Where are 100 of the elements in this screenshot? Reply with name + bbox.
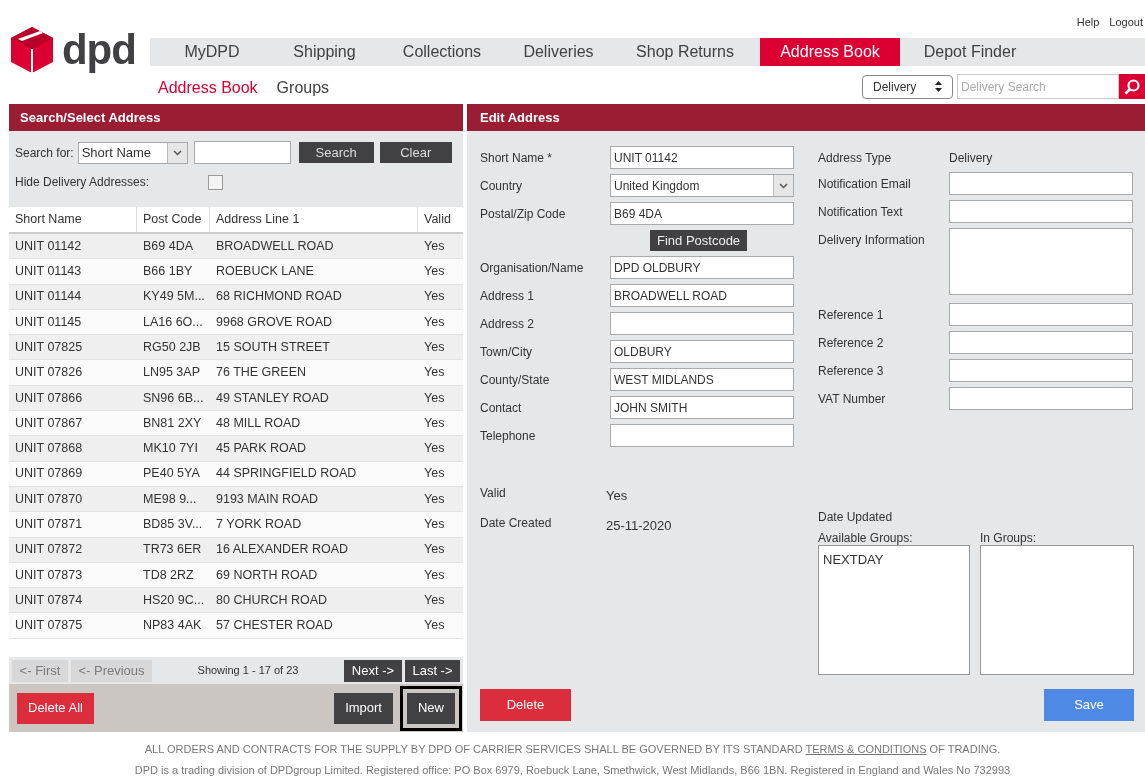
table-cell-text: 69 NORTH ROAD: [215, 566, 319, 584]
table-cell-text: UNIT 07871: [14, 516, 84, 534]
column-header[interactable]: Short Name: [9, 207, 137, 232]
search-icon: [1124, 78, 1140, 95]
search-button[interactable]: [1119, 74, 1145, 99]
nav-tab[interactable]: Shipping: [272, 38, 377, 66]
table-cell-text: UNIT 07872: [14, 541, 84, 559]
search-button[interactable]: Search: [298, 142, 374, 163]
table-cell-text: Yes: [423, 490, 446, 508]
table-cell-text: UNIT 07825: [14, 338, 84, 356]
pager-button[interactable]: Last ->: [405, 659, 460, 682]
table-cell-text: Yes: [423, 364, 446, 382]
find-postcode-button[interactable]: Find Postcode: [650, 230, 748, 251]
table-cell-text: UNIT 07868: [14, 440, 84, 458]
table-cell-text: UNIT 01143: [14, 263, 83, 281]
column-header[interactable]: Valid: [418, 207, 463, 232]
table-cell-text: UNIT 07875: [14, 617, 84, 635]
table-cell-text: Yes: [423, 541, 446, 559]
table-cell-text: UNIT 01145: [14, 313, 83, 331]
table-cell-text: UNIT 07873: [14, 566, 84, 584]
field-value: Delivery: [949, 150, 993, 164]
input-field[interactable]: [949, 387, 1133, 410]
updown-arrows-icon: [935, 81, 942, 92]
input-field[interactable]: UNIT 01142: [610, 146, 794, 169]
nav-tab[interactable]: Shop Returns: [610, 38, 760, 66]
input-field[interactable]: BROADWELL ROAD: [610, 284, 794, 307]
delete-button[interactable]: Delete: [480, 689, 571, 721]
terms-link[interactable]: TERMS & CONDITIONS: [805, 743, 927, 755]
country-select[interactable]: United Kingdom: [610, 174, 794, 197]
table-cell-text: 48 MILL ROAD: [215, 414, 302, 432]
search-field[interactable]: [193, 141, 291, 164]
field-label: VAT Number: [818, 391, 887, 408]
search-field[interactable]: Delivery Search: [957, 74, 1119, 99]
subnav-link[interactable]: Address Book: [158, 76, 258, 100]
cube-logo-icon: [10, 26, 54, 74]
field-label: Address Type: [818, 150, 893, 167]
input-field[interactable]: JOHN SMITH: [610, 396, 794, 419]
nav-tab[interactable]: Deliveries: [507, 38, 610, 66]
input-field[interactable]: OLDBURY: [610, 340, 794, 363]
text-area[interactable]: [949, 228, 1133, 295]
table-cell-text: RG50 2JB: [142, 338, 202, 356]
panel-title: Edit Address: [467, 104, 1145, 131]
logo-text: dpd: [62, 29, 136, 71]
nav-tab[interactable]: Collections: [377, 38, 507, 66]
table-cell-text: Yes: [423, 440, 446, 458]
clear-button[interactable]: Clear: [379, 142, 452, 163]
footer-text: DPD is a trading division of DPDgroup Limited. Registered office: PO Box 6979, Roebuck Lane, Smethwick, West Midlands, B66 1BN. Registered in England and Wales No 732993: [133, 763, 1012, 778]
input-field[interactable]: [610, 424, 794, 447]
list-box[interactable]: [980, 545, 1134, 675]
table-cell-text: ME98 9...: [142, 490, 198, 508]
field-label: Delivery Information: [818, 232, 926, 249]
list-item[interactable]: NEXTDAY: [823, 550, 965, 570]
input-field[interactable]: WEST MIDLANDS: [610, 368, 794, 391]
column-header[interactable]: Post Code: [137, 207, 210, 232]
input-field[interactable]: [610, 312, 794, 335]
input-field[interactable]: [949, 200, 1133, 223]
field-label: Organisation/Name: [480, 260, 585, 277]
table-cell-text: 44 SPRINGFIELD ROAD: [215, 465, 358, 483]
nav-tab[interactable]: Depot Finder: [900, 38, 1040, 66]
field-label: Reference 3: [818, 363, 885, 380]
subnav-link[interactable]: Groups: [276, 76, 330, 100]
table-cell-text: LN95 3AP: [142, 364, 201, 382]
field-label: Contact: [480, 400, 523, 417]
table-cell-text: Yes: [423, 591, 446, 609]
type-select[interactable]: Delivery: [862, 74, 953, 99]
input-field[interactable]: [949, 331, 1133, 354]
column-header[interactable]: Address Line 1: [210, 207, 418, 232]
table-cell-text: 9968 GROVE ROAD: [215, 313, 333, 331]
input-field[interactable]: B69 4DA: [610, 202, 794, 225]
table-cell-text: Yes: [423, 313, 446, 331]
input-field[interactable]: DPD OLDBURY: [610, 256, 794, 279]
input-field[interactable]: [949, 172, 1133, 195]
input-field[interactable]: [949, 359, 1133, 382]
list-box[interactable]: NEXTDAY: [818, 545, 970, 675]
header-link[interactable]: Help: [1076, 14, 1100, 31]
nav-tab[interactable]: MyDPD: [152, 38, 272, 66]
table-cell-text: BROADWELL ROAD: [215, 237, 335, 255]
table-cell-text: TR73 6ER: [142, 541, 203, 559]
pager-button[interactable]: Next ->: [344, 659, 402, 682]
action-button[interactable]: Import: [334, 692, 393, 724]
input-field[interactable]: [949, 303, 1133, 326]
checkbox[interactable]: [208, 174, 223, 190]
field-label: Country: [480, 178, 524, 195]
search-type-select[interactable]: Short Name: [77, 141, 188, 164]
action-button[interactable]: New: [407, 692, 455, 724]
table-cell-text: Yes: [423, 566, 446, 584]
table-cell-text: UNIT 07874: [14, 591, 84, 609]
table-cell-text: NP83 4AK: [142, 617, 203, 635]
action-button[interactable]: Delete All: [17, 692, 94, 724]
table-cell-text: B66 1BY: [142, 263, 194, 281]
panel-title: Search/Select Address: [9, 104, 463, 131]
table-cell-text: LA16 6O...: [142, 313, 204, 331]
field-label: Address 2: [480, 316, 536, 333]
footer-text: ALL ORDERS AND CONTRACTS FOR THE SUPPLY BY DPD OF CARRIER SERVICES SHALL BE GOVERNED BY ITS STANDARD TERMS & CONDITIONS OF TRADING.: [143, 742, 1002, 757]
table-cell-text: 76 THE GREEN: [215, 364, 308, 382]
header-link[interactable]: Logout: [1109, 14, 1143, 31]
table-cell-text: UNIT 07826: [14, 364, 84, 382]
table-cell-text: Yes: [423, 338, 446, 356]
nav-tab[interactable]: Address Book: [760, 38, 900, 66]
table-cell-text: 45 PARK ROAD: [215, 440, 308, 458]
